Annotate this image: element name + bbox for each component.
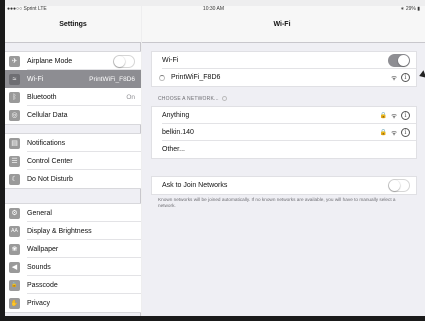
sidebar-item-label: Bluetooth xyxy=(27,93,57,101)
wifi-toggle[interactable] xyxy=(388,54,410,67)
wifi-network-value: PrintWiFi_F8D6 xyxy=(89,75,135,83)
sidebar-item-control-center[interactable]: ☰ Control Center xyxy=(5,152,141,170)
connecting-spinner-icon xyxy=(159,74,165,81)
speaker-icon: ◀ xyxy=(9,261,20,273)
gear-icon: ⚙ xyxy=(9,207,20,219)
airplane-mode-toggle[interactable] xyxy=(113,54,135,68)
sidebar-item-label: Privacy xyxy=(27,299,50,307)
sidebar-item-label: Control Center xyxy=(27,157,73,165)
wifi-toggle-row: Wi-Fi xyxy=(152,52,416,69)
wifi-detail-pane: Wi-Fi Wi-Fi PrintWiFi_F8D6 ᯤ i CHOOSE A … xyxy=(142,6,425,316)
notifications-icon: ▤ xyxy=(9,137,20,149)
bluetooth-status-value: On xyxy=(126,93,135,101)
airplane-icon: ✈ xyxy=(9,55,20,67)
wifi-icon: ≈ xyxy=(9,73,20,85)
network-list: Anything 🔒 ᯤ i belkin.140 🔒 ᯤ i Other... xyxy=(151,106,417,159)
sidebar-item-label: Display & Brightness xyxy=(27,227,92,235)
connected-network-name: PrintWiFi_F8D6 xyxy=(171,74,221,81)
sidebar-item-label: Do Not Disturb xyxy=(27,175,73,183)
info-icon[interactable]: i xyxy=(401,73,410,82)
info-icon[interactable]: i xyxy=(401,111,410,120)
cellular-icon: ◎ xyxy=(9,109,20,121)
sidebar-item-cellular-data[interactable]: ◎ Cellular Data xyxy=(5,106,141,124)
wifi-status-group: Wi-Fi PrintWiFi_F8D6 ᯤ i xyxy=(151,51,417,87)
network-name: belkin.140 xyxy=(162,129,194,136)
control-center-icon: ☰ xyxy=(9,155,20,167)
status-bar: ●●●○○ Sprint LTE 10:30 AM ∗ 29% ▮ xyxy=(5,6,422,14)
scanning-spinner-icon xyxy=(221,96,227,101)
ask-to-join-row: Ask to Join Networks xyxy=(152,177,416,194)
battery-indicator: ∗ 29% ▮ xyxy=(400,6,420,12)
sidebar-item-sounds[interactable]: ◀ Sounds xyxy=(5,258,141,276)
other-network-label: Other... xyxy=(162,146,185,153)
sidebar-item-label: Passcode xyxy=(27,281,58,289)
ask-to-join-group: Ask to Join Networks xyxy=(151,176,417,195)
sidebar-item-notifications[interactable]: ▤ Notifications xyxy=(5,134,141,152)
settings-title: Settings xyxy=(59,21,87,28)
ask-to-join-label: Ask to Join Networks xyxy=(162,182,228,189)
sidebar-item-passcode[interactable]: 🔒 Passcode xyxy=(5,276,141,294)
ask-to-join-footnote: Known networks will be joined automatica… xyxy=(158,197,396,208)
wifi-toggle-label: Wi-Fi xyxy=(162,57,179,64)
choose-network-label: CHOOSE A NETWORK... xyxy=(158,96,219,102)
sidebar-item-wallpaper[interactable]: ❀ Wallpaper xyxy=(5,240,141,258)
settings-group-notifications: ▤ Notifications ☰ Control Center ☾ Do No… xyxy=(5,133,141,189)
settings-sidebar: Settings ✈ Airplane Mode ≈ Wi-Fi PrintWi… xyxy=(5,6,141,316)
sidebar-item-label: General xyxy=(27,209,52,217)
wifi-signal-icon: ᯤ xyxy=(391,75,397,82)
info-icon[interactable]: i xyxy=(401,128,410,137)
wifi-signal-icon: ᯤ xyxy=(391,130,397,137)
settings-group-general: ⚙ General AA Display & Brightness ❀ Wall… xyxy=(5,203,141,313)
sidebar-item-label: Wallpaper xyxy=(27,245,59,253)
wifi-signal-icon: ᯤ xyxy=(391,113,397,120)
network-row-other[interactable]: Other... xyxy=(152,141,416,158)
sidebar-item-label: Sounds xyxy=(27,263,51,271)
lock-icon: 🔒 xyxy=(9,279,20,291)
network-row-belkin[interactable]: belkin.140 🔒 ᯤ i xyxy=(152,124,416,141)
network-name: Anything xyxy=(162,112,190,119)
sidebar-item-bluetooth[interactable]: ᛒ Bluetooth On xyxy=(5,88,141,106)
settings-group-connectivity: ✈ Airplane Mode ≈ Wi-Fi PrintWiFi_F8D6 ᛒ… xyxy=(5,51,141,125)
sidebar-item-label: Airplane Mode xyxy=(27,57,73,65)
ask-to-join-toggle[interactable] xyxy=(388,179,410,192)
sidebar-item-label: Cellular Data xyxy=(27,111,68,119)
connected-network-row[interactable]: PrintWiFi_F8D6 ᯤ i xyxy=(152,69,416,86)
bluetooth-icon: ᛒ xyxy=(9,91,20,103)
choose-network-header: CHOOSE A NETWORK... xyxy=(158,96,227,102)
wallpaper-icon: ❀ xyxy=(9,243,20,255)
sidebar-item-wifi[interactable]: ≈ Wi-Fi PrintWiFi_F8D6 xyxy=(5,70,141,88)
sidebar-item-general[interactable]: ⚙ General xyxy=(5,204,141,222)
status-time: 10:30 AM xyxy=(202,6,225,12)
sidebar-item-display-brightness[interactable]: AA Display & Brightness xyxy=(5,222,141,240)
sidebar-item-label: Wi-Fi xyxy=(27,75,44,83)
device-frame-bottom xyxy=(0,316,425,321)
lock-icon: 🔒 xyxy=(379,130,388,136)
sidebar-item-privacy[interactable]: ✋ Privacy xyxy=(5,294,141,312)
sidebar-item-do-not-disturb[interactable]: ☾ Do Not Disturb xyxy=(5,170,141,188)
sidebar-item-label: Notifications xyxy=(27,139,66,147)
moon-icon: ☾ xyxy=(9,173,20,185)
brightness-icon: AA xyxy=(9,225,20,237)
network-row-anything[interactable]: Anything 🔒 ᯤ i xyxy=(152,107,416,124)
lock-icon: 🔒 xyxy=(379,113,388,119)
page-title: Wi-Fi xyxy=(273,21,291,28)
hand-icon: ✋ xyxy=(9,297,20,309)
sidebar-item-airplane-mode[interactable]: ✈ Airplane Mode xyxy=(5,52,141,70)
